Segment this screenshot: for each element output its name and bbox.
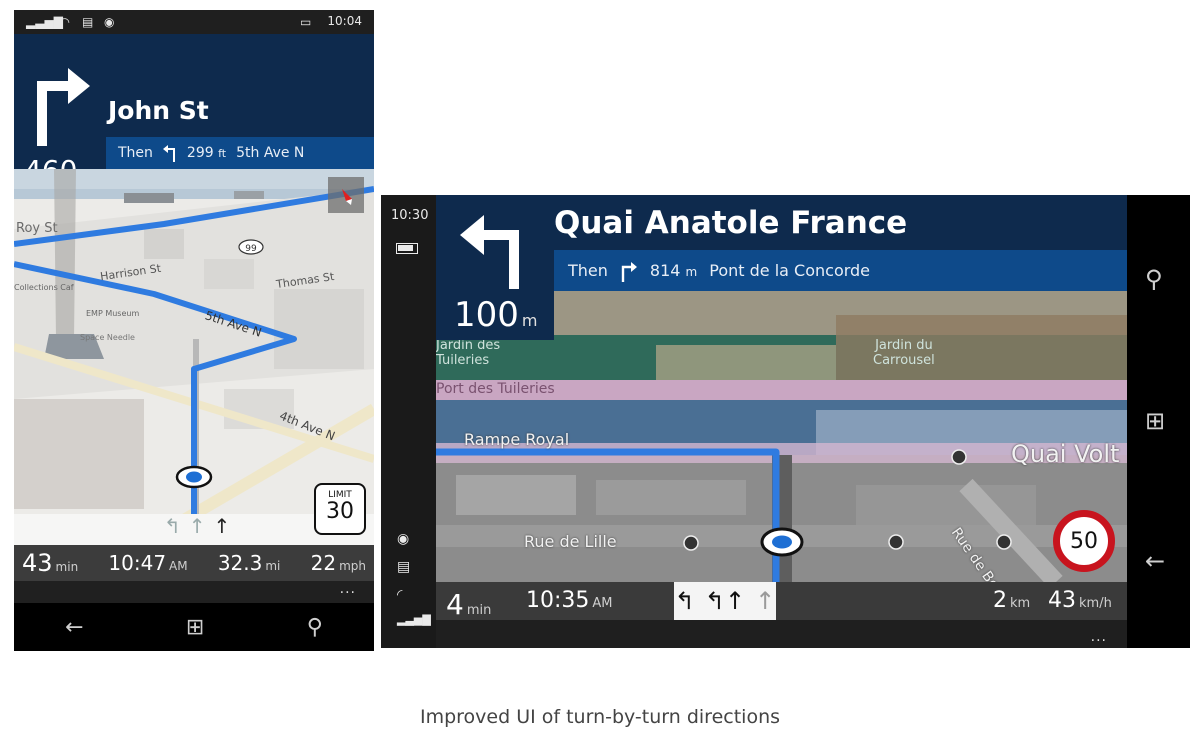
message-icon: ▤ [397, 559, 411, 575]
message-icon: ▤ [82, 15, 94, 29]
battery-icon [396, 243, 418, 254]
battery-charging-icon: ▭ [300, 15, 312, 29]
remaining-distance: 32.3 mi [217, 551, 281, 575]
maneuver-panel: 100 m [436, 195, 554, 340]
trip-stats-bar: 43 min 10:47 AM 32.3 mi 22 mph [14, 545, 374, 581]
next-distance: 814 m [649, 261, 698, 280]
turn-right-arrow-icon [37, 68, 90, 146]
status-time: 10:04 [327, 14, 362, 28]
maneuver-street-bar: Quai Anatole France [554, 195, 1127, 250]
search-icon[interactable]: ⚲ [1145, 265, 1163, 293]
next-street: Pont de la Concorde [709, 261, 871, 280]
signal-bars-icon: ▂▃▅▇ [26, 15, 63, 29]
distance-unit: m [521, 311, 538, 330]
speed-limit-value: 30 [326, 499, 354, 524]
trip-stats-bar: 4 min 10:35 AM 2 km 43 km/h [436, 582, 1127, 621]
location-icon: ◉ [104, 15, 115, 29]
compass-icon [342, 189, 352, 205]
system-nav-bar: ← ⊞ ⚲ [14, 603, 374, 651]
eta-minutes: 43 min [22, 549, 79, 577]
next-street: 5th Ave N [236, 145, 305, 161]
lane-straight-active-icon: ↑ [213, 514, 231, 538]
lane-left-turn-icon: ↰ [674, 587, 695, 615]
map-label-jardin-du-carrousel: Jardin du Carrousel [873, 338, 935, 368]
current-speed: 43 km/h [1048, 588, 1112, 613]
svg-text:99: 99 [245, 244, 257, 254]
map-label-space-needle: Space Needle [80, 333, 135, 342]
remaining-distance: 2 km [993, 588, 1031, 613]
map-view[interactable]: 99 Roy St Harrison St Thomas St 5th Ave … [14, 169, 374, 554]
map-label-roy-st: Roy St [16, 221, 58, 236]
status-time: 10:30 [391, 208, 429, 223]
then-label: Then [568, 261, 608, 280]
lane-left-straight-icon: ↰↑ [704, 587, 746, 615]
search-icon[interactable]: ⚲ [307, 615, 323, 640]
arrival-time: 10:35 AM [526, 588, 613, 613]
speed-limit-sign: 50 [1053, 510, 1115, 572]
more-options-button[interactable]: ... [14, 581, 374, 603]
next-distance: 299 ft [186, 145, 227, 161]
map-label-quai-voltaire: Quai Volt [1011, 440, 1120, 468]
turn-left-small-icon [162, 145, 175, 162]
maneuver-street: John St [108, 96, 209, 125]
landscape-phone: 10:30 ◉ ▤ ◜ ▂▃▅▇ Jardin des Tuileries Po… [381, 195, 1190, 648]
status-bar: ▂▃▅▇ ◜◝ ▤ ◉ ▭ 10:04 [14, 10, 374, 34]
lane-guidance: ↰ ↑ ↑ [164, 514, 230, 538]
map-label-emp-museum: EMP Museum [86, 309, 140, 318]
next-maneuver-bar: Then 814 m Pont de la Concorde [554, 250, 1127, 291]
compass-button[interactable] [328, 177, 364, 213]
location-icon: ◉ [397, 531, 410, 547]
portrait-phone: ▂▃▅▇ ◜◝ ▤ ◉ ▭ 10:04 John St 460ft Then 2… [14, 10, 374, 651]
system-nav-bar: ⚲ ⊞ ← [1127, 195, 1190, 648]
more-options-button[interactable]: ... [436, 620, 1127, 648]
lane-straight-icon: ↑ [188, 514, 206, 538]
turn-left-arrow-icon [460, 215, 519, 289]
then-label: Then [118, 145, 153, 161]
current-speed: 22 mph [310, 551, 366, 575]
distance-value: 100 [454, 295, 519, 335]
next-maneuver-bar: Then 299 ft 5th Ave N [106, 137, 374, 169]
maneuver-street: Quai Anatole France [554, 205, 908, 241]
speed-limit-sign: LIMIT 30 [314, 483, 366, 535]
figure-caption: Improved UI of turn-by-turn directions [419, 706, 781, 728]
lane-left-turn-icon: ↰ [164, 514, 181, 538]
turn-right-small-icon [621, 261, 637, 282]
arrival-time: 10:47 AM [108, 551, 188, 575]
status-bar: 10:30 ◉ ▤ ◜ ▂▃▅▇ [381, 195, 436, 648]
wifi-icon: ◜◝ [60, 15, 70, 29]
back-arrow-icon[interactable]: ← [1145, 547, 1165, 575]
lane-guidance: ↰ ↰↑ ↑ [674, 582, 776, 620]
map-label-collections-cafe: Collections Caf [14, 283, 74, 292]
map-label-port-des-tuileries: Port des Tuileries [436, 381, 555, 397]
map-label-rampe-royal: Rampe Royal [464, 430, 570, 449]
back-arrow-icon[interactable]: ← [65, 615, 83, 640]
lane-straight-icon: ↑ [755, 587, 776, 615]
map-label-jardin-des-tuileries: Jardin des Tuileries [436, 338, 501, 368]
map-label-rue-de-lille: Rue de Lille [524, 532, 617, 551]
eta-minutes: 4 min [446, 588, 492, 621]
maneuver-distance: 100 m [454, 295, 538, 335]
wifi-icon: ◜ [397, 587, 403, 603]
windows-home-icon[interactable]: ⊞ [186, 615, 204, 640]
signal-bars-icon: ▂▃▅▇ [397, 613, 431, 626]
windows-home-icon[interactable]: ⊞ [1145, 407, 1165, 435]
